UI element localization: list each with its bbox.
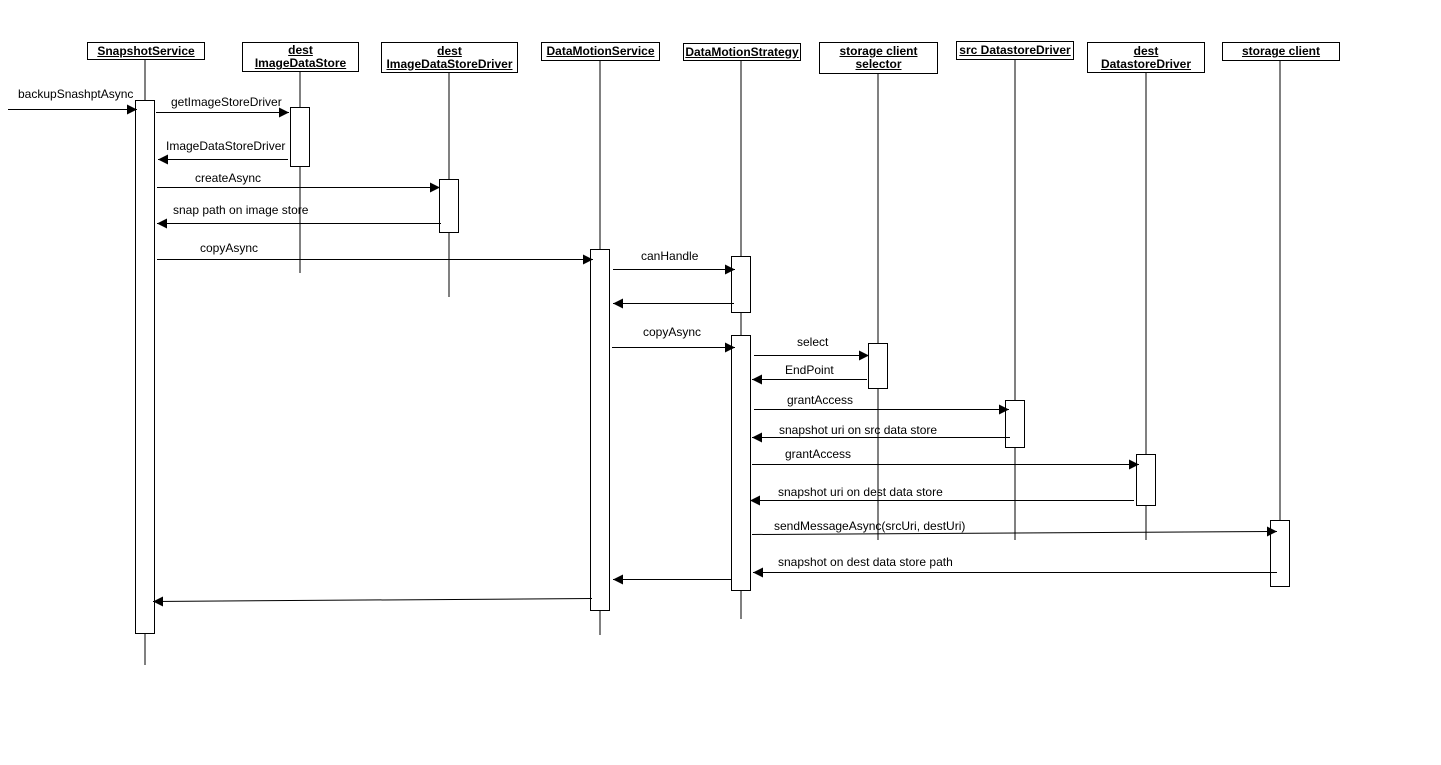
participant-storage-client[interactable]: storage client <box>1222 42 1340 61</box>
message-arrow <box>8 104 137 115</box>
message-label: grantAccess <box>785 447 852 461</box>
participant-label: src DatastoreDriver <box>959 43 1071 57</box>
message-arrow <box>613 298 734 309</box>
participant-label: dest DatastoreDriver <box>1100 43 1192 71</box>
arrowhead-icon <box>157 218 167 229</box>
message-label: select <box>797 335 829 349</box>
message-arrow <box>156 107 289 118</box>
arrowhead-icon <box>750 495 760 506</box>
arrowhead-icon <box>158 154 168 165</box>
message-arrow <box>752 459 1139 470</box>
arrowhead-icon <box>752 374 762 385</box>
participant-dest-image-data-store[interactable]: dest ImageDataStore <box>242 42 359 72</box>
participant-label: storage client selector <box>839 44 918 71</box>
arrowhead-icon <box>613 298 623 309</box>
message-label: ImageDataStoreDriver <box>166 139 286 153</box>
activation-bar <box>1005 400 1025 448</box>
participant-label: dest ImageDataStoreDriver <box>386 43 513 71</box>
message-arrow <box>753 567 1277 578</box>
message-label: EndPoint <box>785 363 834 377</box>
participant-label: DataMotionService <box>546 44 655 58</box>
arrowhead-icon <box>430 182 440 193</box>
participant-snapshot-service[interactable]: SnapshotService <box>87 42 205 60</box>
participant-data-motion-strategy[interactable]: DataMotionStrategy <box>683 43 801 61</box>
activation-bar <box>731 335 751 591</box>
arrowhead-icon <box>752 432 762 443</box>
message-label: sendMessageAsync(srcUri, destUri) <box>774 519 966 533</box>
activation-bar <box>868 343 888 389</box>
message-arrow <box>157 254 593 265</box>
participant-dest-image-data-store-driver[interactable]: dest ImageDataStoreDriver <box>381 42 518 73</box>
participant-label: storage client <box>1241 44 1321 58</box>
activation-bar <box>439 179 459 233</box>
message-label: canHandle <box>641 249 699 263</box>
participant-storage-client-selector[interactable]: storage client selector <box>819 42 938 74</box>
message-label: snapshot on dest data store path <box>778 555 953 569</box>
message-label: createAsync <box>195 171 262 185</box>
message-label: snapshot uri on src data store <box>779 423 938 437</box>
participant-label: DataMotionStrategy <box>685 44 799 59</box>
participant-src-datastore-driver[interactable]: src DatastoreDriver <box>956 41 1074 60</box>
arrowhead-icon <box>859 350 869 361</box>
activation-bar <box>290 107 310 167</box>
arrowhead-icon <box>613 574 623 585</box>
message-label: grantAccess <box>787 393 854 407</box>
participant-data-motion-service[interactable]: DataMotionService <box>541 42 660 61</box>
message-arrow <box>613 264 735 275</box>
message-arrow <box>612 342 735 353</box>
message-arrow <box>158 154 288 165</box>
participant-label: SnapshotService <box>97 43 195 58</box>
message-label: getImageStoreDriver <box>171 95 282 109</box>
message-label: copyAsync <box>200 241 259 255</box>
arrowhead-icon <box>753 567 763 578</box>
message-arrow <box>613 574 731 585</box>
activation-bar <box>135 100 155 634</box>
message-label: copyAsync <box>643 325 702 339</box>
sequence-diagram <box>8 60 1290 665</box>
message-label: snap path on image store <box>173 203 309 217</box>
message-arrow <box>152 596 593 607</box>
activation-bar <box>1136 454 1156 506</box>
participant-label: dest ImageDataStore <box>254 43 347 70</box>
message-arrow <box>754 350 869 361</box>
activation-bar <box>590 249 610 611</box>
message-label: snapshot uri on dest data store <box>778 485 943 499</box>
activation-bar <box>731 256 751 313</box>
arrowhead-icon <box>279 107 289 118</box>
participant-dest-datastore-driver[interactable]: dest DatastoreDriver <box>1087 42 1205 73</box>
message-label: backupSnashptAsync <box>18 87 134 101</box>
message-arrow <box>157 218 441 229</box>
